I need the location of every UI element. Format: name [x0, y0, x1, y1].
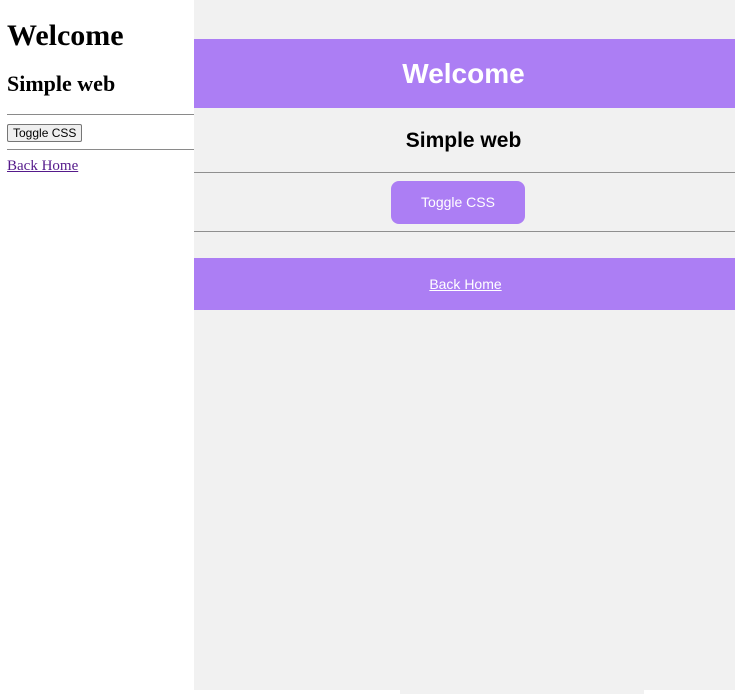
styled-toggle-css-button[interactable]: Toggle CSS	[391, 181, 525, 224]
styled-back-home-link[interactable]: Back Home	[429, 276, 501, 292]
plain-page-title: Welcome	[7, 19, 124, 52]
plain-toggle-css-button[interactable]: Toggle CSS	[7, 124, 83, 142]
styled-footer-bar: Back Home	[194, 258, 735, 310]
plain-divider-top	[7, 114, 194, 115]
plain-page-pane: Welcome Simple web Toggle CSS Back Home	[0, 0, 194, 694]
styled-header-banner: Welcome	[194, 39, 735, 108]
styled-divider-top	[194, 172, 735, 173]
styled-page-pane: Welcome Simple web Toggle CSS Back Home	[194, 0, 735, 690]
plain-page-subtitle: Simple web	[7, 71, 116, 96]
bottom-strip	[400, 690, 644, 694]
plain-divider-bottom	[7, 149, 194, 150]
styled-divider-bottom	[194, 231, 735, 232]
styled-page-subtitle: Simple web	[405, 129, 522, 152]
plain-back-home-link[interactable]: Back Home	[7, 157, 78, 175]
styled-page-title: Welcome	[402, 57, 525, 89]
